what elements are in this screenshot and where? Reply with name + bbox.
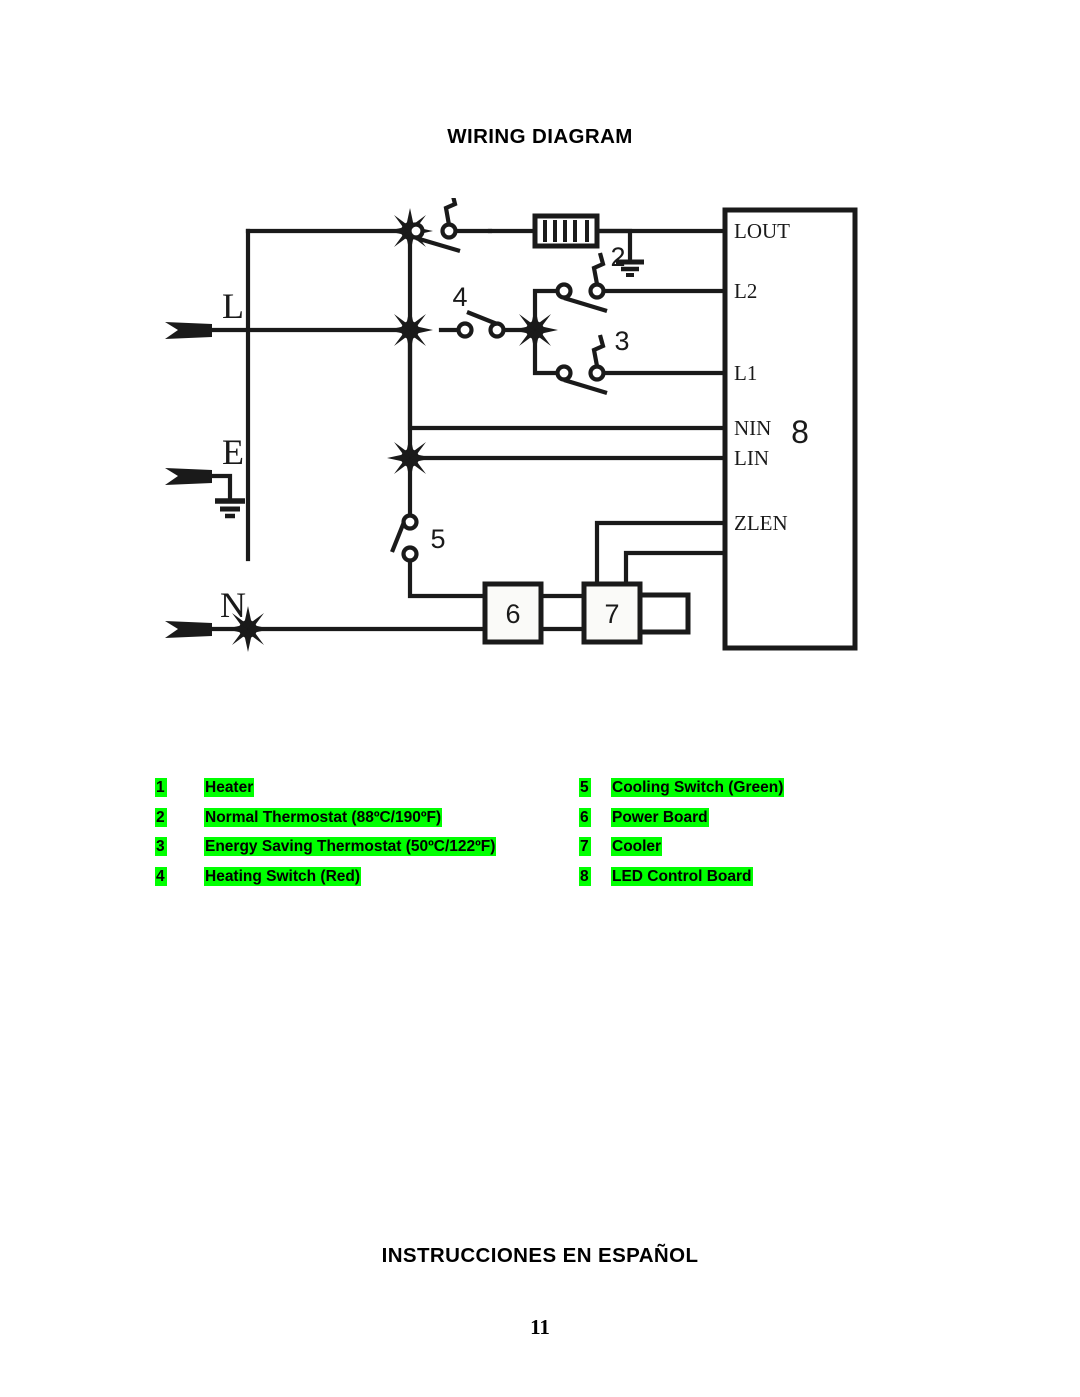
legend-label-heating-switch: Heating Switch (Red) (204, 866, 362, 886)
component-number-5-cooling-switch: 5 (430, 524, 445, 554)
legend-item-1: 1 Heater (155, 778, 496, 808)
legend-item-7: 7 Cooler (579, 837, 784, 867)
component-number-2-normal-thermostat: 2 (610, 242, 625, 272)
input-terminal-labels: L E N (220, 286, 246, 625)
normal-thermostat-2 (555, 252, 608, 314)
legend-number-2: 2 (155, 807, 167, 827)
legend-number-3: 3 (155, 837, 167, 856)
terminal-label-L: L (222, 286, 244, 326)
page-title-wiring-diagram: WIRING DIAGRAM (447, 124, 633, 148)
terminal-label-zlen: ZLEN (734, 511, 788, 535)
cooling-switch-5 (390, 513, 419, 563)
legend-number-7: 7 (579, 837, 591, 856)
page-number: 11 (530, 1315, 550, 1339)
legend-number-4: 4 (155, 866, 167, 886)
spade-connectors (165, 322, 212, 638)
legend-item-4: 4 Heating Switch (Red) (155, 866, 496, 897)
wiring-diagram-figure: 95°C 1 (160, 198, 870, 698)
terminal-label-N: N (220, 585, 246, 625)
junction-line (387, 307, 433, 353)
component-number-3-energy-saving-thermostat: 3 (614, 326, 629, 356)
legend-number-5: 5 (579, 778, 591, 797)
legend-column-left: 1 Heater 2 Normal Thermostat (88ºC/190ºF… (155, 778, 497, 897)
junction-lin (387, 435, 433, 481)
component-number-4-heating-switch: 4 (452, 282, 467, 312)
legend-item-2: 2 Normal Thermostat (88ºC/190ºF) (155, 807, 496, 838)
heater-element (532, 213, 600, 249)
temperature-label-95c: 95°C (382, 198, 429, 199)
cooler-7 (581, 581, 691, 645)
component-number-8-led-control-board: 8 (791, 414, 809, 450)
legend-number-8: 8 (579, 866, 591, 886)
legend-label-cooler: Cooler (611, 837, 663, 856)
legend-number-6: 6 (579, 807, 591, 827)
wire-board6-to-cooler7 (538, 593, 587, 632)
wire-switch5-to-board6 (407, 547, 488, 599)
ground-symbol-earth (215, 498, 245, 519)
section-title-instrucciones-espanol: INSTRUCCIONES EN ESPAÑOL (381, 1244, 699, 1267)
legend-label-normal-thermostat: Normal Thermostat (88ºC/190ºF) (204, 807, 443, 827)
terminal-label-lin: LIN (734, 446, 769, 470)
legend-label-cooling-switch: Cooling Switch (Green) (611, 778, 785, 797)
legend-number-1: 1 (155, 778, 167, 797)
legend-label-power-board: Power Board (611, 807, 709, 827)
legend-label-energy-saving-thermostat: Energy Saving Thermostat (50ºC/122ºF) (204, 837, 497, 856)
wire-cooler-to-board-lower (623, 550, 728, 589)
terminal-label-l1: L1 (734, 361, 757, 385)
thermal-cutout-switch-95c (407, 198, 461, 254)
legend-item-3: 3 Energy Saving Thermostat (50ºC/122ºF) (155, 837, 497, 867)
legend-column-right: 5 Cooling Switch (Green) 6 Power Board 7… (579, 778, 785, 897)
legend-item-8: 8 LED Control Board (579, 866, 784, 897)
component-number-1-heater: 1 (558, 198, 573, 202)
junction-thermostat-common (512, 307, 558, 353)
component-number-7-cooler: 7 (604, 599, 619, 629)
legend-item-6: 6 Power Board (579, 807, 784, 838)
document-page: WIRING DIAGRAM 4 2 3 5 6 7 8 LOUT L2 L1 … (0, 0, 1080, 1397)
component-number-6-power-board: 6 (505, 599, 520, 629)
terminal-label-l2: L2 (734, 279, 757, 303)
terminal-label-lout: LOUT (734, 219, 790, 243)
heating-switch-4 (456, 310, 506, 339)
terminal-label-nin: NIN (734, 416, 771, 440)
terminal-label-E: E (222, 432, 244, 472)
legend-label-heater: Heater (204, 778, 255, 797)
legend-item-5: 5 Cooling Switch (Green) (579, 778, 785, 808)
energy-saving-thermostat-3 (555, 334, 608, 396)
legend-label-led-control-board: LED Control Board (611, 866, 753, 886)
